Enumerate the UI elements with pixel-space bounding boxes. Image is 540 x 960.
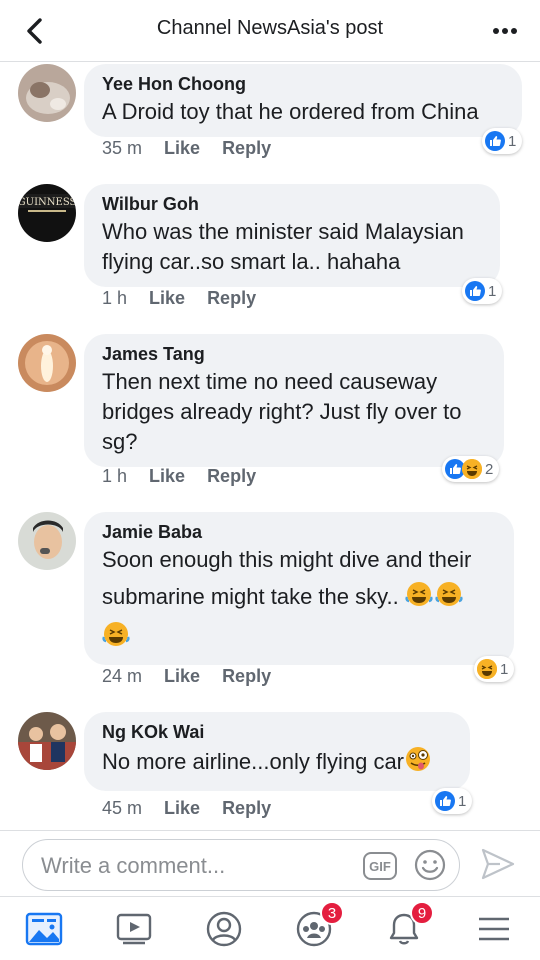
avatar[interactable] xyxy=(18,512,76,570)
laughing-emoji-icon xyxy=(405,581,435,615)
reply-button[interactable]: Reply xyxy=(207,288,256,309)
like-button[interactable]: Like xyxy=(164,666,200,687)
like-reaction-icon xyxy=(465,281,485,301)
comment-text-line: bridges already right? Just fly over to xyxy=(102,399,462,424)
reaction-summary[interactable]: 2 xyxy=(442,456,500,482)
profile-icon[interactable] xyxy=(204,909,244,949)
more-options-icon[interactable] xyxy=(488,16,522,46)
comment-time: 1 h xyxy=(102,466,128,486)
comment-author[interactable]: Yee Hon Choong xyxy=(102,73,504,95)
reply-button[interactable]: Reply xyxy=(222,798,271,819)
comment-text-line: submarine might take the sky.. xyxy=(102,583,399,609)
sticker-icon[interactable] xyxy=(413,848,447,882)
menu-icon[interactable] xyxy=(474,909,514,949)
comment-actions: 45 m Like Reply xyxy=(102,798,271,819)
comment-actions: 1 h Like Reply xyxy=(102,288,256,309)
comment-actions: 1 h Like Reply xyxy=(102,466,256,487)
comment-author[interactable]: Wilbur Goh xyxy=(102,193,482,215)
reaction-summary[interactable]: 1 xyxy=(432,788,473,814)
avatar[interactable] xyxy=(18,334,76,392)
comment-author[interactable]: James Tang xyxy=(102,343,486,365)
haha-reaction-icon xyxy=(477,659,497,679)
comment-bubble: Ng KOk Wai No more airline...only flying… xyxy=(84,712,470,791)
comment-time: 45 m xyxy=(102,798,143,818)
comment-text-line: sg? xyxy=(102,429,138,454)
comment-bubble: James Tang Then next time no need causew… xyxy=(84,334,504,467)
reply-button[interactable]: Reply xyxy=(222,666,271,687)
news-feed-icon[interactable] xyxy=(24,909,64,949)
avatar[interactable] xyxy=(18,64,76,122)
comment-actions: 35 m Like Reply xyxy=(102,138,271,159)
like-reaction-icon xyxy=(435,791,455,811)
comment-list: Yee Hon Choong A Droid toy that he order… xyxy=(0,62,540,830)
notifications-icon[interactable]: 9 xyxy=(384,901,434,949)
comment-input-placeholder: Write a comment... xyxy=(41,853,226,878)
notifications-badge: 9 xyxy=(410,901,434,925)
reaction-summary[interactable]: 1 xyxy=(462,278,503,304)
comment-bubble: Wilbur Goh Who was the minister said Mal… xyxy=(84,184,500,287)
reaction-summary[interactable]: 1 xyxy=(474,656,515,682)
groups-icon[interactable]: 3 xyxy=(294,901,344,949)
comment-time: 24 m xyxy=(102,666,143,686)
comment-bubble: Yee Hon Choong A Droid toy that he order… xyxy=(84,64,522,137)
reaction-count: 1 xyxy=(508,132,517,150)
avatar-logo-text: GUINNESS xyxy=(18,197,76,208)
comment-text-line: flying car..so smart la.. hahaha xyxy=(102,249,401,274)
like-button[interactable]: Like xyxy=(149,466,185,487)
comment-author[interactable]: Jamie Baba xyxy=(102,521,496,543)
comment-bubble: Jamie Baba Soon enough this might dive a… xyxy=(84,512,514,665)
reaction-summary[interactable]: 1 xyxy=(482,128,523,154)
comment-time: 35 m xyxy=(102,138,143,158)
like-reaction-icon xyxy=(485,131,505,151)
bottom-tab-bar: 3 9 xyxy=(0,896,540,960)
comment-text-line: Soon enough this might dive and their xyxy=(102,547,472,572)
zany-face-emoji-icon xyxy=(404,745,432,781)
comment-time: 1 h xyxy=(102,288,128,308)
like-button[interactable]: Like xyxy=(164,138,200,159)
reply-button[interactable]: Reply xyxy=(207,466,256,487)
top-bar: Channel NewsAsia's post xyxy=(0,0,540,62)
haha-reaction-icon xyxy=(462,459,482,479)
comment-author[interactable]: Ng KOk Wai xyxy=(102,721,452,743)
reply-button[interactable]: Reply xyxy=(222,138,271,159)
avatar[interactable] xyxy=(18,712,76,770)
reaction-count: 1 xyxy=(458,792,467,810)
like-button[interactable]: Like xyxy=(164,798,200,819)
laughing-emoji-icon xyxy=(102,621,132,655)
comment-text: A Droid toy that he ordered from China xyxy=(102,99,479,124)
watch-icon[interactable] xyxy=(114,909,154,949)
reaction-count: 1 xyxy=(488,282,497,300)
comment-input[interactable]: Write a comment... GIF xyxy=(22,839,460,891)
comment-text-line: Then next time no need causeway xyxy=(102,369,438,394)
send-icon[interactable] xyxy=(480,847,516,881)
laughing-emoji-icon xyxy=(435,581,465,615)
gif-button[interactable]: GIF xyxy=(363,852,397,880)
reaction-count: 1 xyxy=(500,660,509,678)
groups-badge: 3 xyxy=(320,901,344,925)
reaction-count: 2 xyxy=(485,460,494,478)
avatar[interactable]: GUINNESS xyxy=(18,184,76,242)
like-button[interactable]: Like xyxy=(149,288,185,309)
comment-text-line: No more airline...only flying car xyxy=(102,748,405,774)
comment-text-line: Who was the minister said Malaysian xyxy=(102,219,464,244)
comment-actions: 24 m Like Reply xyxy=(102,666,271,687)
page-title: Channel NewsAsia's post xyxy=(156,17,384,39)
comment-composer: Write a comment... GIF xyxy=(0,830,540,896)
